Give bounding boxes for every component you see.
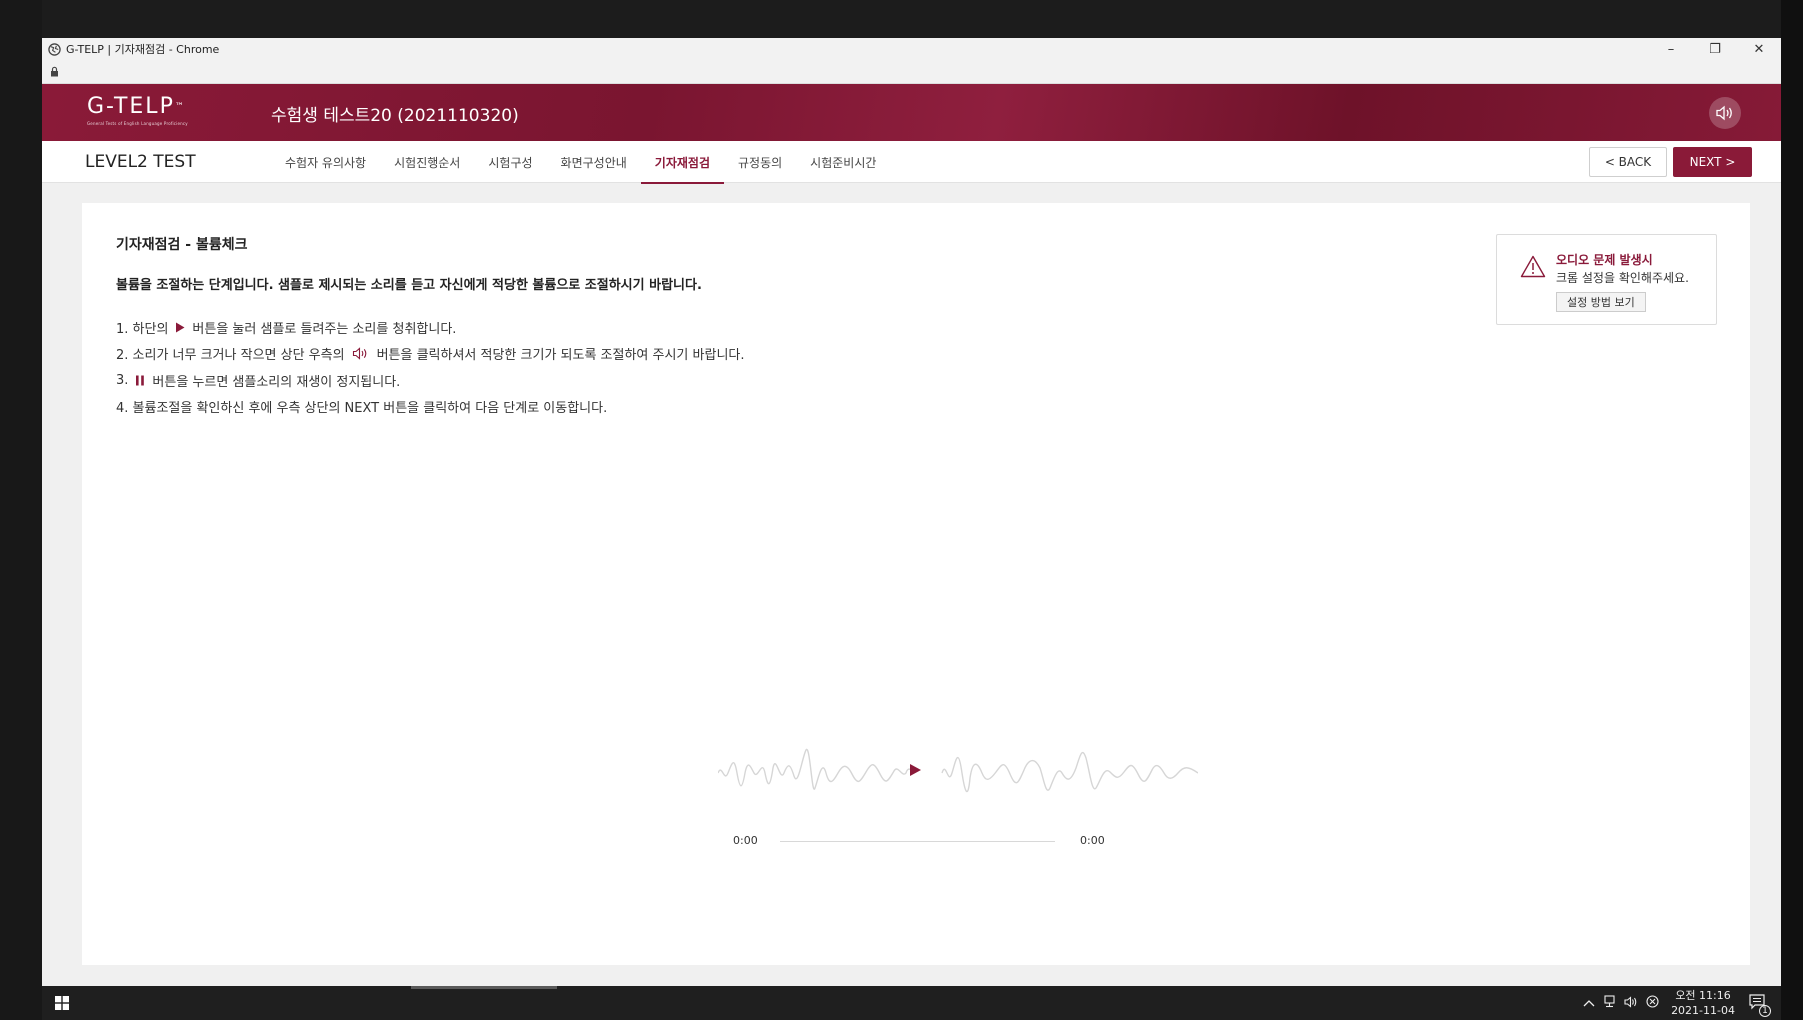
- screen: G-TELP | 기자재점검 - Chrome – ❐ ✕ G-TELP™ Ge…: [42, 38, 1781, 1020]
- system-tray: 오전 11:16 2021-11-04 1: [1579, 986, 1771, 1020]
- browser-titlebar: G-TELP | 기자재점검 - Chrome – ❐ ✕: [42, 38, 1781, 60]
- tab-rules-agreement[interactable]: 규정동의: [724, 141, 796, 183]
- restore-button[interactable]: ❐: [1693, 38, 1737, 60]
- chevron-up-icon[interactable]: [1583, 997, 1595, 1010]
- monitor-bezel-left: [0, 0, 42, 1020]
- step-tabs: 수험자 유의사항 시험진행순서 시험구성 화면구성안내 기자재점검 규정동의 시…: [271, 141, 890, 184]
- next-button[interactable]: NEXT >: [1673, 147, 1752, 177]
- current-time: 0:00: [733, 834, 758, 847]
- taskbar-scroll-indicator: [411, 986, 557, 989]
- waveform: [718, 749, 1198, 793]
- play-icon: [910, 764, 921, 776]
- logo-tagline: General Tests of English Language Profic…: [87, 121, 188, 126]
- tab-exam-structure[interactable]: 시험구성: [474, 141, 546, 183]
- speaker-icon: [1716, 105, 1732, 121]
- volume-icon[interactable]: [1624, 995, 1638, 1011]
- system-clock[interactable]: 오전 11:16 2021-11-04: [1671, 988, 1735, 1018]
- audio-player: 0:00 0:00: [82, 203, 1750, 965]
- notification-count: 1: [1759, 1004, 1771, 1017]
- tab-exam-procedure[interactable]: 시험진행순서: [380, 141, 474, 183]
- tab-screen-guide[interactable]: 화면구성안내: [547, 141, 641, 183]
- content-card: 기자재점검 - 볼륨체크 볼륨을 조절하는 단계입니다. 샘플로 제시되는 소리…: [82, 203, 1750, 965]
- minimize-button[interactable]: –: [1649, 38, 1693, 60]
- address-bar: [42, 60, 1781, 84]
- close-button[interactable]: ✕: [1737, 38, 1781, 60]
- clock-date: 2021-11-04: [1671, 1004, 1735, 1017]
- monitor-bezel-top: [0, 0, 1803, 38]
- nav-bar: LEVEL2 TEST 수험자 유의사항 시험진행순서 시험구성 화면구성안내 …: [42, 141, 1781, 184]
- globe-icon: [48, 42, 61, 56]
- logo-trademark: ™: [174, 102, 186, 112]
- progress-track[interactable]: [780, 841, 1055, 842]
- input-status-icon[interactable]: [1646, 995, 1659, 1011]
- duration-time: 0:00: [1080, 834, 1105, 847]
- app-header: G-TELP™ General Tests of English Languag…: [42, 84, 1781, 141]
- tab-precautions[interactable]: 수험자 유의사항: [271, 141, 380, 183]
- windows-taskbar: 오전 11:16 2021-11-04 1: [42, 986, 1781, 1020]
- notification-icon[interactable]: 1: [1749, 993, 1771, 1017]
- gtelp-logo: G-TELP™ General Tests of English Languag…: [87, 94, 188, 127]
- windows-start-icon[interactable]: [55, 996, 69, 1010]
- level-label: LEVEL2 TEST: [85, 152, 196, 172]
- tab-equipment-check[interactable]: 기자재점검: [640, 141, 725, 184]
- candidate-name: 수험생 테스트20 (2021110320): [271, 106, 519, 126]
- network-icon[interactable]: [1603, 995, 1616, 1011]
- browser-window-title: G-TELP | 기자재점검 - Chrome: [66, 43, 220, 56]
- monitor-bezel-right: [1781, 0, 1803, 1020]
- volume-button[interactable]: [1709, 97, 1741, 129]
- play-button[interactable]: [907, 762, 923, 778]
- lock-icon: [51, 66, 58, 77]
- logo-text: G-TELP: [87, 94, 175, 119]
- tab-prep-time[interactable]: 시험준비시간: [796, 141, 890, 183]
- clock-time: 오전 11:16: [1675, 989, 1731, 1002]
- back-button[interactable]: < BACK: [1589, 147, 1667, 177]
